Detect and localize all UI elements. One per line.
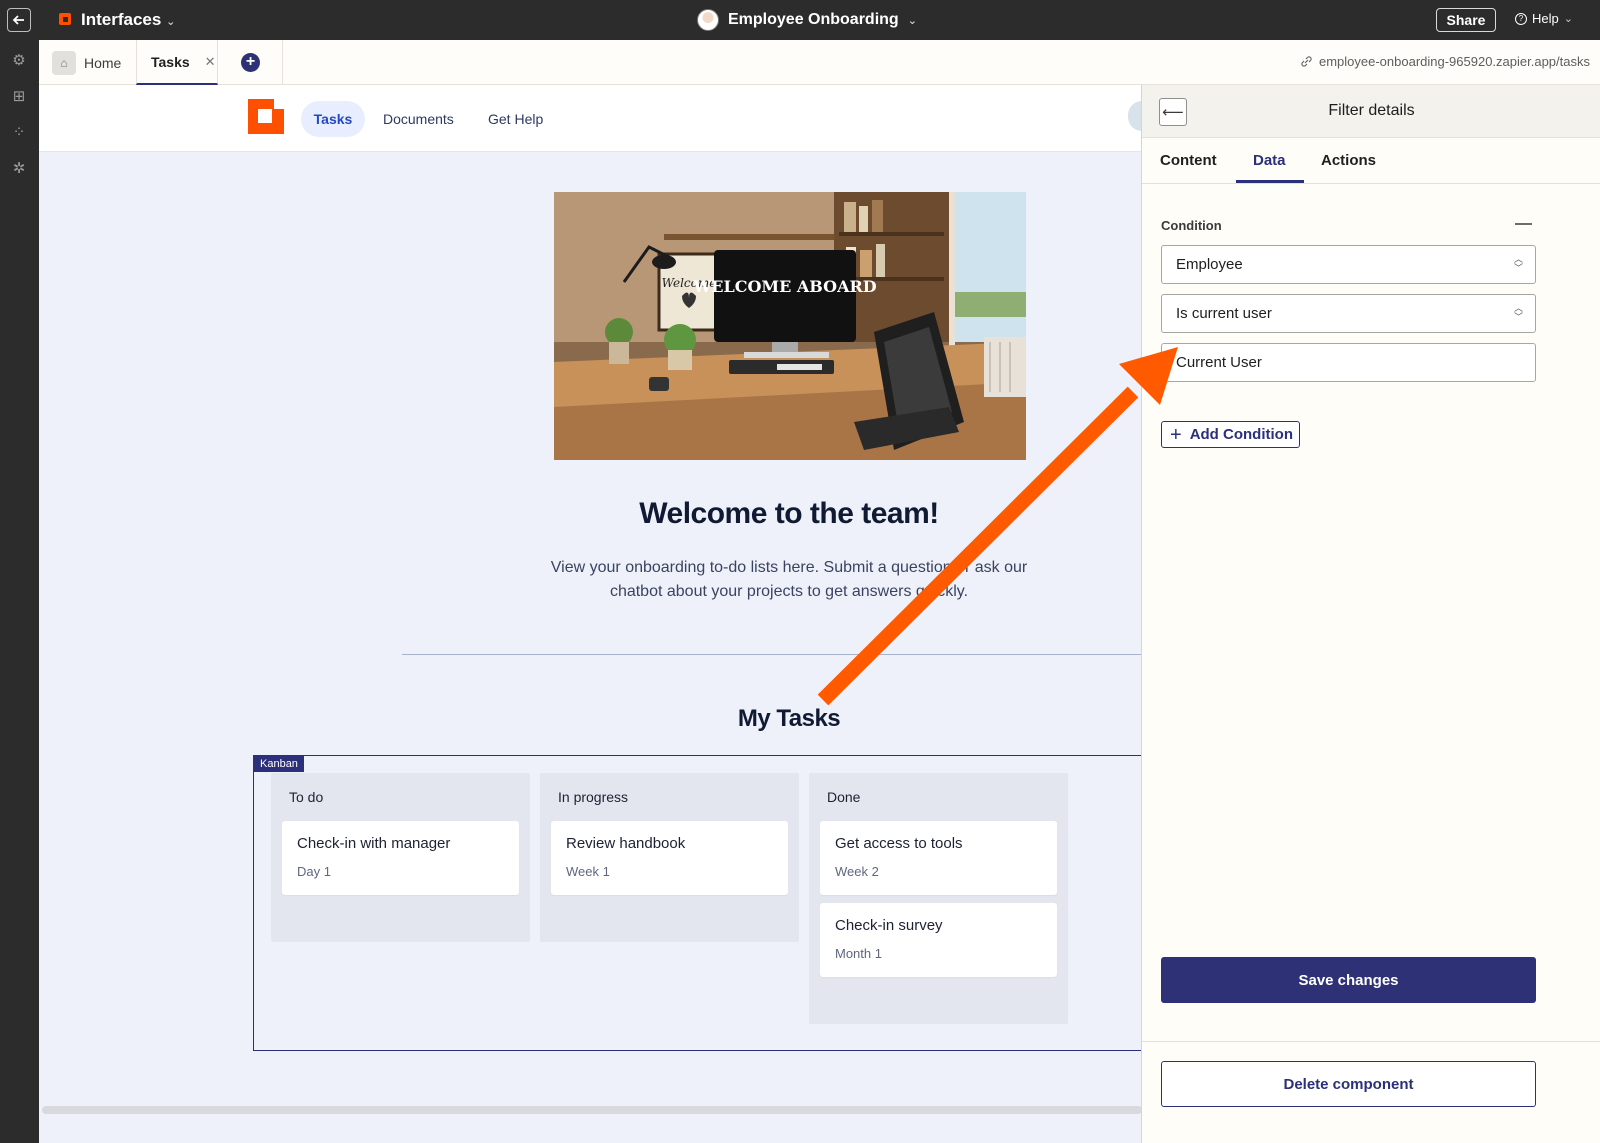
welcome-intro: View your onboarding to-do lists here. S… <box>550 559 1028 600</box>
top-bar: Interfaces ⌄ Employee Onboarding ⌄ Share… <box>0 0 1600 40</box>
project-avatar <box>697 9 719 31</box>
share-button[interactable]: Share <box>1436 8 1496 32</box>
kanban-card[interactable]: Get access to tools Week 2 <box>820 821 1057 895</box>
welcome-heading: Welcome to the team! <box>639 497 939 530</box>
horizontal-scrollbar[interactable] <box>42 1106 1142 1114</box>
tab-home-label: Home <box>84 54 122 71</box>
remove-condition-button[interactable] <box>1515 223 1532 225</box>
tab-tasks-label: Tasks <box>151 53 190 70</box>
hero-screen-text: WELCOME ABOARD <box>692 277 876 296</box>
link-icon <box>1301 56 1312 67</box>
kanban-board[interactable]: Kanban To do Check-in with manager Day 1… <box>253 755 1153 1051</box>
filter-details-panel: ⟵ Filter details Content Data Actions Co… <box>1141 85 1600 1143</box>
kanban-column-to-do: To do Check-in with manager Day 1 <box>271 773 530 942</box>
zapier-logo-icon <box>59 13 71 25</box>
column-title: Done <box>827 789 861 805</box>
settings-icon[interactable]: ⚙ <box>11 53 27 69</box>
panel-tabs: Content Data Actions <box>1142 138 1600 184</box>
help-menu[interactable]: ? Help ⌄ <box>1515 11 1573 26</box>
card-title: Review handbook <box>566 835 686 852</box>
project-name: Employee Onboarding <box>728 11 899 28</box>
condition-operator-select[interactable]: Is current user ︿ ﹀ <box>1161 294 1536 333</box>
project-switcher[interactable]: Employee Onboarding ⌄ <box>697 9 917 31</box>
help-label: Help <box>1532 11 1559 26</box>
nav-get-help[interactable]: Get Help <box>488 101 543 137</box>
app-name: Interfaces <box>81 10 162 29</box>
condition-value-text: Current User <box>1176 354 1262 371</box>
help-icon: ? <box>1515 12 1527 25</box>
hero-image: Welcome WELCOME ABOARD <box>554 192 1026 460</box>
nav-tasks[interactable]: Tasks <box>301 101 365 137</box>
left-rail: ⚙ ⊞ ⁘ ✲ <box>0 40 39 1143</box>
save-changes-button[interactable]: Save changes <box>1161 957 1536 1003</box>
kanban-card[interactable]: Check-in survey Month 1 <box>820 903 1057 977</box>
kanban-column-done: Done Get access to tools Week 2 Check-in… <box>809 773 1068 1024</box>
panel-footer: Delete component <box>1142 1041 1600 1143</box>
kanban-component-tag: Kanban <box>254 756 304 772</box>
card-title: Get access to tools <box>835 835 963 852</box>
active-tab-indicator <box>1236 180 1304 183</box>
chevron-updown-icon: ︿ ﹀ <box>1513 303 1523 322</box>
nav-documents[interactable]: Documents <box>383 101 454 137</box>
user-avatar[interactable] <box>1128 101 1142 131</box>
editor-frame: ⌂ Home Tasks ✕ + employee-onboarding-965… <box>39 40 1600 1143</box>
card-subtitle: Week 2 <box>835 864 879 879</box>
chevron-down-icon: ⌄ <box>166 16 176 28</box>
card-title: Check-in survey <box>835 917 943 934</box>
close-icon[interactable]: ✕ <box>205 54 216 70</box>
plus-icon: + <box>1170 423 1182 446</box>
tab-data[interactable]: Data <box>1253 152 1286 169</box>
kanban-card[interactable]: Review handbook Week 1 <box>551 821 788 895</box>
condition-value-input[interactable]: Current User <box>1161 343 1536 382</box>
card-subtitle: Day 1 <box>297 864 331 879</box>
section-divider <box>402 654 1142 655</box>
home-icon: ⌂ <box>52 50 76 75</box>
panel-header: ⟵ Filter details <box>1142 85 1600 138</box>
site-logo[interactable] <box>248 99 284 134</box>
app-switcher[interactable]: Interfaces ⌄ <box>81 10 175 30</box>
workspace-illustration: Welcome WELCOME ABOARD <box>554 192 1026 460</box>
arrow-left-icon <box>12 15 24 25</box>
kanban-card[interactable]: Check-in with manager Day 1 <box>282 821 519 895</box>
panel-title: Filter details <box>1328 102 1415 119</box>
apps-icon[interactable]: ⁘ <box>11 125 27 141</box>
condition-operator-value: Is current user <box>1176 305 1272 322</box>
card-subtitle: Month 1 <box>835 946 882 961</box>
condition-field-select[interactable]: Employee ︿ ﹀ <box>1161 245 1536 284</box>
delete-component-button[interactable]: Delete component <box>1161 1061 1536 1107</box>
tab-content[interactable]: Content <box>1160 152 1217 169</box>
add-page-button[interactable]: + <box>219 40 283 85</box>
chevron-down-icon: ⌄ <box>1563 13 1573 25</box>
plus-icon: + <box>241 53 260 72</box>
tab-tasks[interactable]: Tasks ✕ <box>136 40 218 85</box>
page-url[interactable]: employee-onboarding-965920.zapier.app/ta… <box>1300 54 1590 69</box>
card-subtitle: Week 1 <box>566 864 610 879</box>
kanban-column-in-progress: In progress Review handbook Week 1 <box>540 773 799 942</box>
column-title: In progress <box>558 789 629 805</box>
condition-field-value: Employee <box>1176 256 1243 273</box>
condition-label: Condition <box>1161 218 1222 233</box>
page-tab-bar: ⌂ Home Tasks ✕ + employee-onboarding-965… <box>39 40 1600 85</box>
chevron-down-icon: ⌄ <box>907 14 917 27</box>
debug-icon[interactable]: ✲ <box>11 161 27 177</box>
card-title: Check-in with manager <box>297 835 451 852</box>
my-tasks-heading: My Tasks <box>737 705 841 732</box>
url-text: employee-onboarding-965920.zapier.app/ta… <box>1318 54 1590 69</box>
add-condition-button[interactable]: + Add Condition <box>1161 421 1300 448</box>
add-condition-label: Add Condition <box>1189 426 1293 443</box>
column-title: To do <box>289 789 324 805</box>
back-button[interactable] <box>7 8 31 32</box>
chevron-updown-icon: ︿ ﹀ <box>1513 254 1523 273</box>
add-component-icon[interactable]: ⊞ <box>11 89 27 105</box>
tab-actions[interactable]: Actions <box>1321 152 1376 169</box>
